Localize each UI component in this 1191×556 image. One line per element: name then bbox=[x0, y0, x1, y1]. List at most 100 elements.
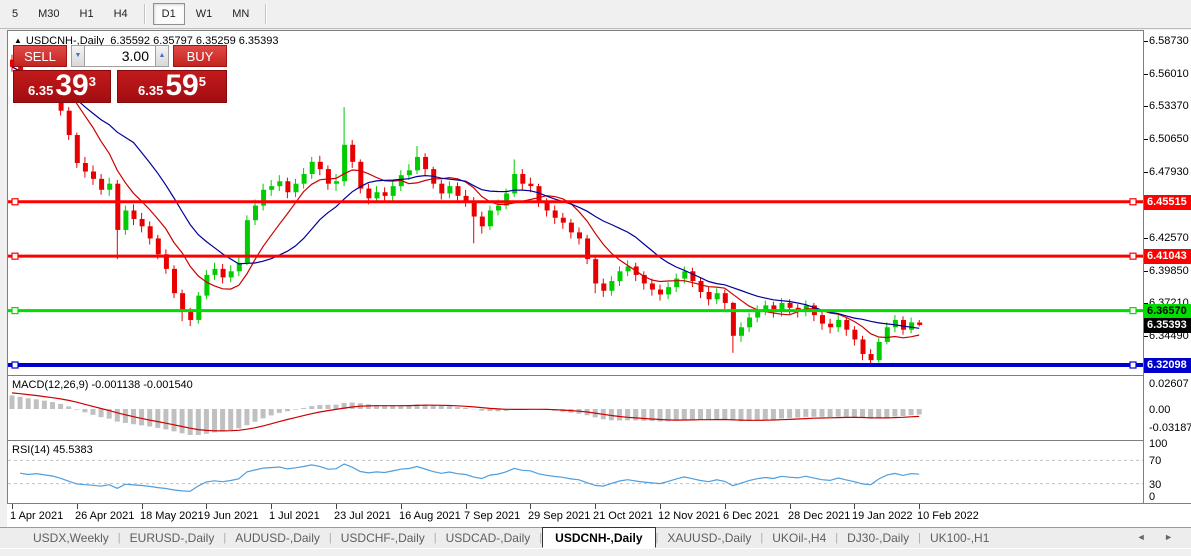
collapse-arrow-icon[interactable]: ▲ bbox=[14, 36, 22, 45]
rsi-scale-label: 70 bbox=[1149, 455, 1161, 467]
chart-tab-ukoil-h4[interactable]: UKOil-,H4 bbox=[763, 529, 835, 547]
chart-tab-eurusd-daily[interactable]: EURUSD-,Daily bbox=[121, 529, 224, 547]
date-axis-tick bbox=[530, 504, 531, 509]
candle-down bbox=[731, 303, 736, 336]
trading-platform-window: 5M30H1H4D1W1MN 1 Apr 202126 Apr 202118 M… bbox=[0, 0, 1191, 556]
line-handle[interactable] bbox=[1130, 253, 1136, 259]
chart-tab-usdx-weekly[interactable]: USDX,Weekly bbox=[24, 529, 118, 547]
candle-down bbox=[140, 219, 145, 226]
price-axis-label: 6.53370 bbox=[1149, 100, 1189, 112]
chart-tab-usdcad-daily[interactable]: USDCAD-,Daily bbox=[437, 529, 540, 547]
date-axis-label: 18 May 2021 bbox=[140, 510, 204, 522]
date-axis: 1 Apr 202126 Apr 202118 May 20219 Jun 20… bbox=[7, 503, 1191, 527]
sell-button[interactable]: SELL bbox=[13, 45, 67, 67]
date-axis-tick bbox=[142, 504, 143, 509]
volume-input[interactable] bbox=[85, 45, 155, 67]
line-handle[interactable] bbox=[12, 253, 18, 259]
timeframe-button-mn[interactable]: MN bbox=[223, 3, 258, 25]
price-axis-tick bbox=[1144, 106, 1148, 107]
candle-up bbox=[407, 170, 412, 175]
chart-tab-dj30-daily[interactable]: DJ30-,Daily bbox=[838, 529, 918, 547]
line-handle[interactable] bbox=[1130, 199, 1136, 205]
candle-down bbox=[869, 354, 874, 360]
candle-down bbox=[75, 135, 80, 163]
candle-down bbox=[148, 226, 153, 238]
bid-price-display[interactable]: 6.35 39 3 bbox=[13, 70, 111, 103]
candle-up bbox=[310, 162, 315, 174]
ask-price-display[interactable]: 6.35 59 5 bbox=[117, 70, 227, 103]
candle-up bbox=[123, 210, 128, 229]
candle-down bbox=[561, 218, 566, 223]
volume-increase-icon[interactable]: ▲ bbox=[155, 45, 169, 67]
line-handle[interactable] bbox=[12, 362, 18, 368]
buy-button[interactable]: BUY bbox=[173, 45, 227, 67]
ask-pipette: 5 bbox=[199, 74, 206, 89]
candle-up bbox=[196, 296, 201, 320]
candle-up bbox=[253, 206, 258, 221]
timeframe-button-m30[interactable]: M30 bbox=[29, 3, 68, 25]
chart-tab-audusd-daily[interactable]: AUDUSD-,Daily bbox=[226, 529, 329, 547]
chart-tab-usdchf-daily[interactable]: USDCHF-,Daily bbox=[332, 529, 434, 547]
candle-up bbox=[229, 271, 234, 277]
rsi-panel bbox=[7, 440, 1144, 504]
price-tag-level: 6.36570 bbox=[1144, 304, 1191, 319]
candle-down bbox=[99, 179, 104, 190]
line-handle[interactable] bbox=[12, 199, 18, 205]
date-axis-label: 7 Sep 2021 bbox=[464, 510, 520, 522]
candle-up bbox=[488, 210, 493, 226]
candle-down bbox=[788, 303, 793, 308]
candle-down bbox=[593, 259, 598, 283]
price-axis-tick bbox=[1144, 336, 1148, 337]
timeframe-button-h4[interactable]: H4 bbox=[105, 3, 137, 25]
candle-up bbox=[609, 281, 614, 291]
candle-up bbox=[269, 186, 274, 190]
candle-up bbox=[739, 327, 744, 336]
line-handle[interactable] bbox=[1130, 362, 1136, 368]
candle-up bbox=[334, 181, 339, 183]
date-axis-tick bbox=[660, 504, 661, 509]
candle-down bbox=[83, 163, 88, 172]
candle-up bbox=[747, 318, 752, 328]
candle-down bbox=[115, 184, 120, 230]
candle-down bbox=[601, 283, 606, 290]
candle-down bbox=[820, 315, 825, 324]
candle-down bbox=[569, 223, 574, 233]
candle-down bbox=[480, 217, 485, 227]
candle-up bbox=[666, 287, 671, 294]
candle-down bbox=[439, 184, 444, 194]
date-axis-label: 9 Jun 2021 bbox=[204, 510, 258, 522]
candle-down bbox=[917, 323, 922, 325]
candle-down bbox=[528, 184, 533, 186]
price-axis-tick bbox=[1144, 139, 1148, 140]
candle-down bbox=[91, 172, 96, 179]
line-handle[interactable] bbox=[1130, 308, 1136, 314]
bid-big-digits: 39 bbox=[55, 71, 88, 101]
price-axis-tick bbox=[1144, 41, 1148, 42]
macd-histogram bbox=[12, 395, 919, 435]
candle-up bbox=[277, 181, 282, 186]
candle-down bbox=[464, 196, 469, 201]
timeframe-button-h1[interactable]: H1 bbox=[71, 3, 103, 25]
chart-tab-usdcnh-daily[interactable]: USDCNH-,Daily bbox=[542, 527, 655, 548]
toolbar-divider bbox=[265, 4, 267, 24]
candle-down bbox=[707, 292, 712, 299]
chart-tab-xauusd-daily[interactable]: XAUUSD-,Daily bbox=[658, 529, 760, 547]
timeframe-button-w1[interactable]: W1 bbox=[187, 3, 222, 25]
rsi-scale-label: 30 bbox=[1149, 479, 1161, 491]
status-bar bbox=[0, 548, 1191, 556]
timeframe-button-d1[interactable]: D1 bbox=[153, 3, 185, 25]
volume-decrease-icon[interactable]: ▼ bbox=[71, 45, 85, 67]
candle-down bbox=[366, 189, 371, 199]
candle-down bbox=[650, 283, 655, 289]
tab-scroll-arrows[interactable]: ◄ ► bbox=[1137, 532, 1181, 542]
date-axis-label: 12 Nov 2021 bbox=[658, 510, 720, 522]
candle-down bbox=[180, 293, 185, 311]
date-axis-label: 19 Jan 2022 bbox=[852, 510, 913, 522]
line-handle[interactable] bbox=[12, 308, 18, 314]
chart-tab-uk100-h1[interactable]: UK100-,H1 bbox=[921, 529, 998, 547]
candle-up bbox=[618, 271, 623, 281]
candle-up bbox=[715, 293, 720, 299]
date-axis-tick bbox=[12, 504, 13, 509]
candle-down bbox=[67, 111, 72, 135]
timeframe-button-5[interactable]: 5 bbox=[3, 3, 27, 25]
